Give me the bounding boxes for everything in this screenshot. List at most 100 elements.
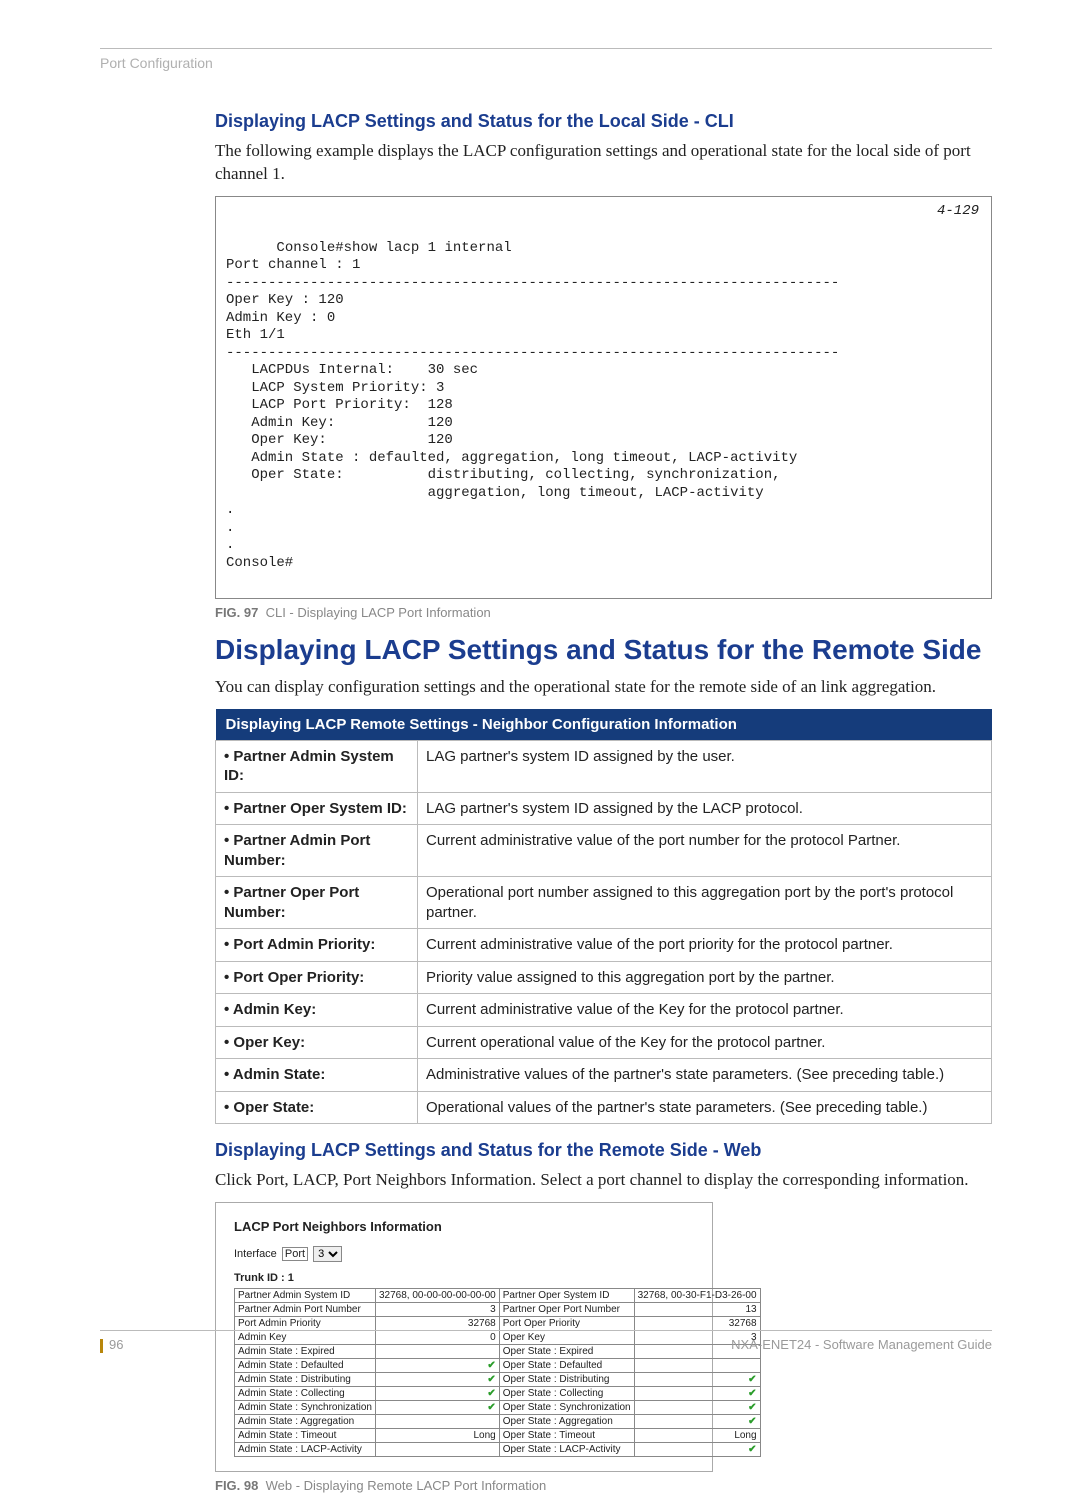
- grid-value: 32768: [375, 1317, 499, 1331]
- section-cli-intro: The following example displays the LACP …: [215, 140, 992, 186]
- grid-row: Admin State : Collecting✔Oper State : Co…: [235, 1387, 761, 1401]
- grid-value: ✔: [375, 1373, 499, 1387]
- grid-value: [634, 1359, 760, 1373]
- grid-row: Partner Admin System ID32768, 00-00-00-0…: [235, 1289, 761, 1303]
- grid-label: Partner Admin System ID: [235, 1289, 376, 1303]
- doc-title: NXA-ENET24 - Software Management Guide: [731, 1337, 992, 1353]
- check-icon: ✔: [487, 1374, 495, 1385]
- grid-value: ✔: [634, 1401, 760, 1415]
- grid-row: Partner Admin Port Number3Partner Oper P…: [235, 1303, 761, 1317]
- grid-label: Oper State : Aggregation: [499, 1415, 634, 1429]
- grid-value: ✔: [634, 1443, 760, 1457]
- row-desc: Current administrative value of the port…: [418, 825, 992, 877]
- grid-label: Port Admin Priority: [235, 1317, 376, 1331]
- grid-row: Admin State : Synchronization ✔ Oper State…: [235, 1401, 761, 1415]
- footer-accent: [100, 1339, 103, 1353]
- table-row: • Partner Admin Port Number:Current admi…: [216, 825, 992, 877]
- grid-label: Admin State : Collecting: [235, 1387, 376, 1401]
- grid-value: 13: [634, 1303, 760, 1317]
- table-row: • Port Admin Priority:Current administra…: [216, 929, 992, 962]
- row-desc: Current administrative value of the port…: [418, 929, 992, 962]
- grid-value: 32768, 00-00-00-00-00-00: [375, 1289, 499, 1303]
- grid-label: Admin State : Defaulted: [235, 1359, 376, 1373]
- grid-value: Long: [634, 1429, 760, 1443]
- table-row: • Oper Key:Current operational value of …: [216, 1026, 992, 1059]
- table-row: • Port Oper Priority:Priority value assi…: [216, 961, 992, 994]
- grid-label: Oper State : Distributing: [499, 1373, 634, 1387]
- cli-output: 4-129 Console#show lacp 1 internal Port …: [215, 196, 992, 599]
- grid-row: Admin State : Distributing ✔ Oper State : …: [235, 1373, 761, 1387]
- grid-label: Admin State : Distributing: [235, 1373, 376, 1387]
- row-desc: Operational values of the partner's stat…: [418, 1091, 992, 1124]
- row-desc: LAG partner's system ID assigned by the …: [418, 740, 992, 792]
- grid-value: ✔: [634, 1373, 760, 1387]
- row-desc: Current operational value of the Key for…: [418, 1026, 992, 1059]
- row-desc: Current administrative value of the Key …: [418, 994, 992, 1027]
- grid-value: ✔: [634, 1387, 760, 1401]
- grid-row: Admin State : TimeoutLongOper State : Ti…: [235, 1429, 761, 1443]
- row-label: • Port Oper Priority:: [216, 961, 418, 994]
- row-label: • Partner Admin Port Number:: [216, 825, 418, 877]
- grid-label: Port Oper Priority: [499, 1317, 634, 1331]
- row-label: • Port Admin Priority:: [216, 929, 418, 962]
- remote-heading: Displaying LACP Settings and Status for …: [215, 634, 992, 666]
- row-desc: LAG partner's system ID assigned by the …: [418, 792, 992, 825]
- remote-intro: You can display configuration settings a…: [215, 676, 992, 699]
- grid-value: 3: [375, 1303, 499, 1317]
- row-label: • Partner Oper Port Number:: [216, 877, 418, 929]
- body-col: Displaying LACP Settings and Status for …: [215, 111, 992, 1493]
- section-cli-title: Displaying LACP Settings and Status for …: [215, 111, 992, 132]
- grid-value: 32768: [634, 1317, 760, 1331]
- page-number: 96: [109, 1337, 123, 1352]
- table-row: • Admin Key:Current administrative value…: [216, 994, 992, 1027]
- grid-label: Admin State : LACP-Activity: [235, 1443, 376, 1457]
- fig97-caption: FIG. 97 CLI - Displaying LACP Port Infor…: [215, 605, 992, 620]
- grid-value: ✔: [634, 1415, 760, 1429]
- check-icon: ✔: [748, 1444, 756, 1455]
- cli-text: Console#show lacp 1 internal Port channe…: [226, 240, 839, 571]
- table-header: Displaying LACP Remote Settings - Neighb…: [216, 709, 992, 741]
- webshot-title: LACP Port Neighbors Information: [234, 1219, 694, 1234]
- grid-value: [375, 1415, 499, 1429]
- table-row: • Oper State:Operational values of the p…: [216, 1091, 992, 1124]
- row-label: • Partner Admin System ID:: [216, 740, 418, 792]
- check-icon: ✔: [487, 1402, 495, 1413]
- check-icon: ✔: [487, 1388, 495, 1399]
- iface-select[interactable]: 3: [313, 1246, 342, 1262]
- grid-label: Oper State : Defaulted: [499, 1359, 634, 1373]
- grid-label: Oper State : Collecting: [499, 1387, 634, 1401]
- grid-row: Admin State : LACP-Activity Oper State : …: [235, 1443, 761, 1457]
- cli-ref: 4-129: [937, 203, 979, 221]
- grid-row: Admin State : Defaulted✔Oper State : Def…: [235, 1359, 761, 1373]
- grid-value: 32768, 00-30-F1-D3-26-00: [634, 1289, 760, 1303]
- row-desc: Administrative values of the partner's s…: [418, 1059, 992, 1092]
- check-icon: ✔: [748, 1402, 756, 1413]
- check-icon: ✔: [748, 1374, 756, 1385]
- grid-value: ✔: [375, 1387, 499, 1401]
- remote-settings-table: Displaying LACP Remote Settings - Neighb…: [215, 709, 992, 1125]
- grid-value: ✔: [375, 1359, 499, 1373]
- grid-label: Oper State : LACP-Activity: [499, 1443, 634, 1457]
- section-web-title: Displaying LACP Settings and Status for …: [215, 1140, 992, 1161]
- row-label: • Admin State:: [216, 1059, 418, 1092]
- row-desc: Priority value assigned to this aggregat…: [418, 961, 992, 994]
- row-label: • Partner Oper System ID:: [216, 792, 418, 825]
- grid-row: Port Admin Priority32768Port Oper Priori…: [235, 1317, 761, 1331]
- grid-value: Long: [375, 1429, 499, 1443]
- table-row: • Partner Admin System ID:LAG partner's …: [216, 740, 992, 792]
- page: Port Configuration Displaying LACP Setti…: [0, 0, 1080, 1397]
- trunk-id: Trunk ID : 1: [234, 1272, 694, 1284]
- fig98-caption: FIG. 98 Web - Displaying Remote LACP Por…: [215, 1478, 992, 1493]
- grid-label: Partner Admin Port Number: [235, 1303, 376, 1317]
- top-rule: [100, 48, 992, 49]
- table-row: • Admin State:Administrative values of t…: [216, 1059, 992, 1092]
- running-head: Port Configuration: [100, 55, 992, 71]
- iface-label: Interface: [234, 1248, 277, 1260]
- row-label: • Oper Key:: [216, 1026, 418, 1059]
- section-web-intro: Click Port, LACP, Port Neighbors Informa…: [215, 1169, 992, 1192]
- row-label: • Oper State:: [216, 1091, 418, 1124]
- grid-label: Admin State : Synchronization: [235, 1401, 376, 1415]
- grid-label: Oper State : Synchronization: [499, 1401, 634, 1415]
- neighbor-grid: Partner Admin System ID32768, 00-00-00-0…: [234, 1288, 761, 1457]
- grid-label: Admin State : Timeout: [235, 1429, 376, 1443]
